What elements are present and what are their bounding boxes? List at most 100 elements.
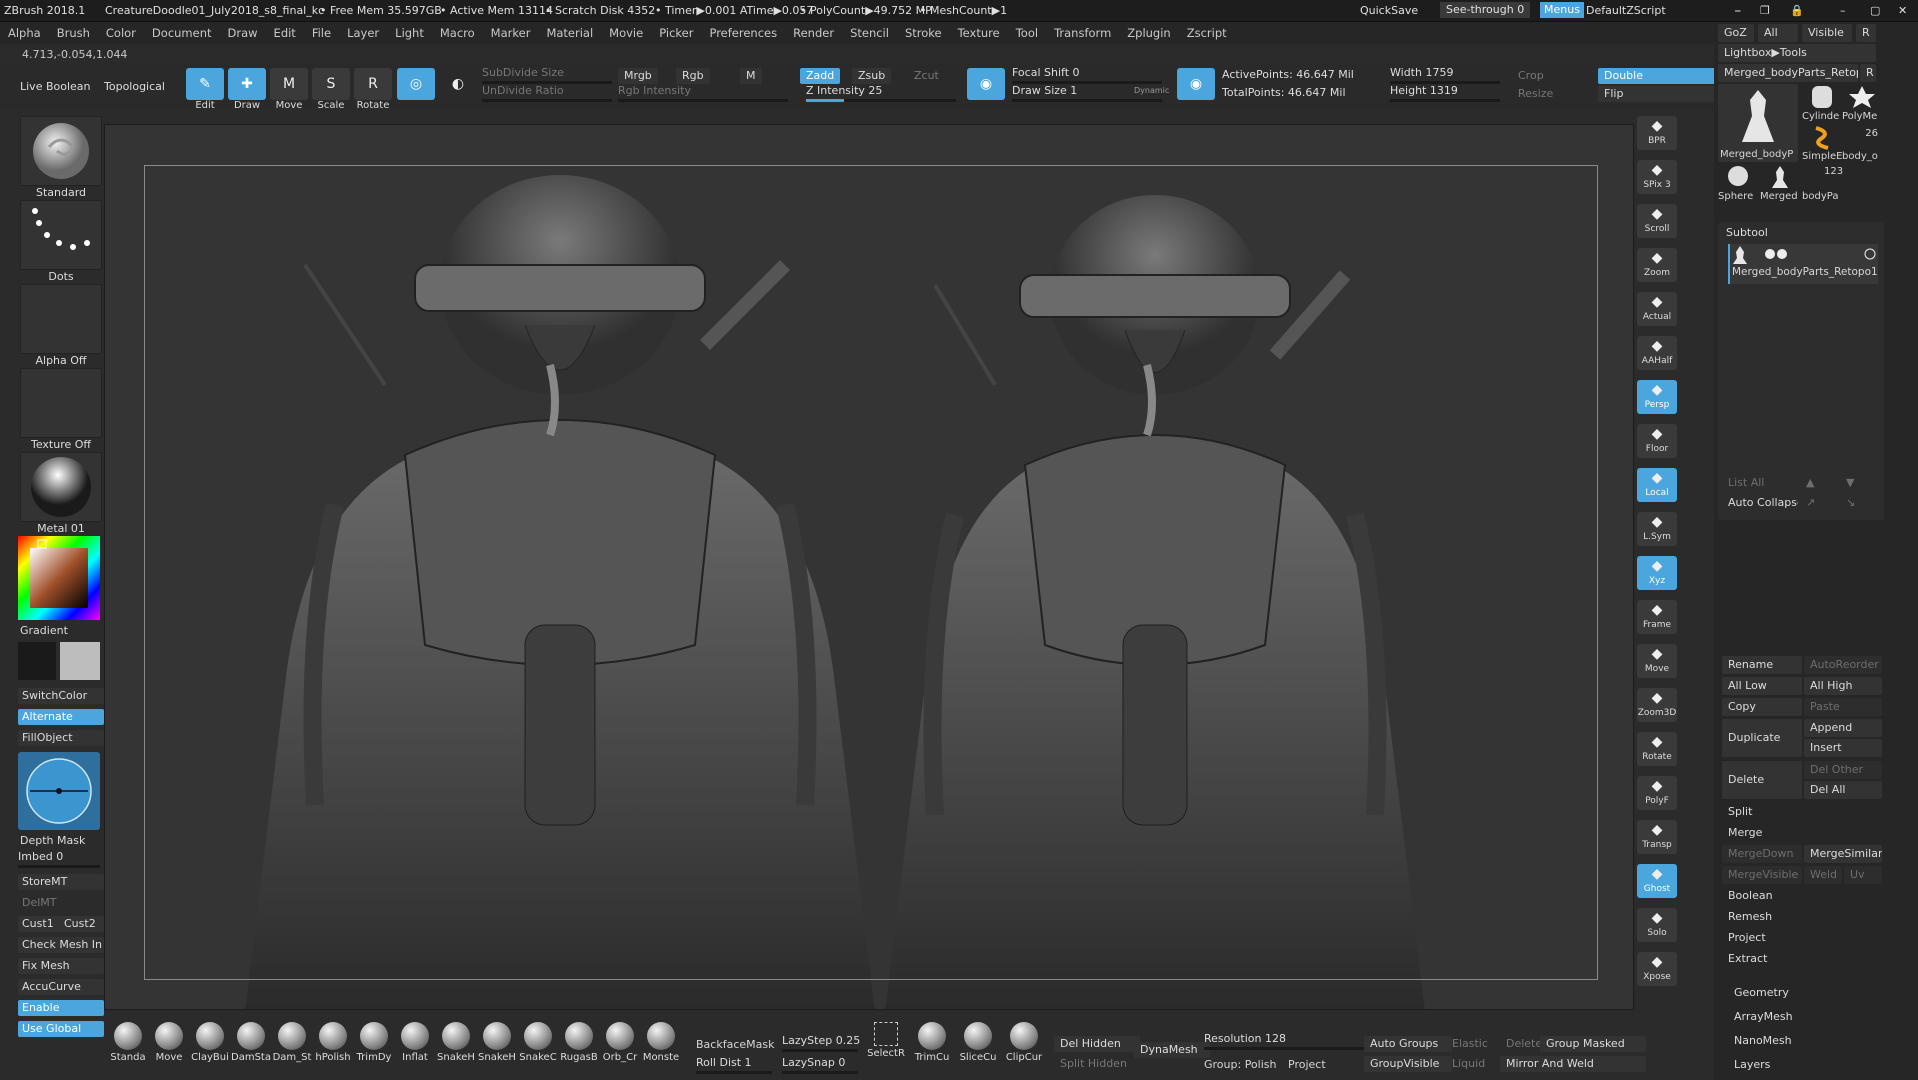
arraymesh-section[interactable]: ArrayMesh (1728, 1008, 1888, 1026)
nanomesh-section[interactable]: NanoMesh (1728, 1032, 1888, 1050)
switchcolor-button[interactable]: SwitchColor (18, 688, 104, 704)
cust2-button[interactable]: Cust2 (60, 916, 104, 932)
resize-button[interactable]: Resize (1512, 86, 1559, 102)
height-slider[interactable]: Height 1319 (1390, 84, 1500, 102)
menu-light[interactable]: Light (387, 22, 432, 44)
dynamic-brush-button[interactable]: ◉ (1176, 68, 1216, 100)
flip-button[interactable]: Flip (1598, 86, 1724, 102)
topological-button[interactable]: Topological (104, 80, 165, 93)
menus-toggle[interactable]: Menus (1540, 2, 1584, 18)
goz-all-button[interactable]: All (1758, 24, 1798, 42)
mergevisible-button[interactable]: MergeVisible (1722, 866, 1802, 884)
mirror-and-weld-button[interactable]: Mirror And Weld (1500, 1056, 1646, 1072)
brush-rugasb[interactable]: RugasB (557, 1022, 601, 1063)
backfacemask-toggle[interactable]: BackfaceMask (696, 1038, 774, 1051)
default-zscript-button[interactable]: DefaultZScript (1586, 4, 1666, 17)
material-picker[interactable]: Metal 01 (20, 452, 102, 535)
move-down-icon[interactable]: ▼ (1840, 474, 1878, 492)
menu-macro[interactable]: Macro (432, 22, 483, 44)
scroll-button[interactable]: ◆ Scroll (1637, 204, 1677, 238)
brush-orb-cr[interactable]: Orb_Cr (598, 1022, 642, 1063)
fillobject-button[interactable]: FillObject (18, 730, 104, 746)
color-picker[interactable] (18, 536, 100, 620)
menu-color[interactable]: Color (98, 22, 144, 44)
zadd-toggle[interactable]: Zadd (800, 68, 841, 84)
menu-marker[interactable]: Marker (483, 22, 539, 44)
current-tool-name[interactable]: Merged_bodyParts_Retopo (1718, 64, 1858, 82)
zsub-toggle[interactable]: Zsub (852, 68, 892, 84)
menu-zplugin[interactable]: Zplugin (1119, 22, 1178, 44)
storemt-button[interactable]: StoreMT (18, 874, 104, 890)
all-low-button[interactable]: All Low (1722, 677, 1802, 695)
menu-texture[interactable]: Texture (950, 22, 1008, 44)
crop-button[interactable]: Crop (1512, 68, 1550, 84)
weld-toggle[interactable]: Weld (1804, 866, 1842, 884)
brush-damsta[interactable]: DamSta (229, 1022, 273, 1063)
imbed-slider[interactable]: Imbed 0 (18, 850, 100, 868)
geometry-section[interactable]: Geometry (1728, 984, 1888, 1002)
append-button[interactable]: Append (1804, 719, 1882, 737)
xyz-button[interactable]: ◆ Xyz (1637, 556, 1677, 590)
auto-groups-button[interactable]: Auto Groups (1364, 1036, 1452, 1052)
menu-movie[interactable]: Movie (601, 22, 651, 44)
tool-thumb-bodyparts[interactable]: 123 bodyPa (1802, 164, 1878, 202)
width-slider[interactable]: Width 1759 (1390, 66, 1500, 84)
z-intensity-slider[interactable]: Z Intensity 25 (806, 84, 956, 102)
arrow-down-right-icon[interactable]: ↘ (1840, 494, 1878, 512)
groupvisible-button[interactable]: GroupVisible (1364, 1056, 1452, 1072)
move-mode-button[interactable]: M Move (268, 68, 310, 111)
autoreorder-button[interactable]: AutoReorder (1804, 656, 1882, 674)
menu-document[interactable]: Document (144, 22, 220, 44)
tool-thumb-polymesh[interactable]: PolyMe (1842, 84, 1882, 122)
solo-button[interactable]: ◆ Solo (1637, 908, 1677, 942)
remesh-section[interactable]: Remesh (1722, 908, 1882, 926)
window-close-icon[interactable]: ✕ (1898, 4, 1907, 17)
aahalf-button[interactable]: ◆ AAHalf (1637, 336, 1677, 370)
ghost-button[interactable]: ◆ Ghost (1637, 864, 1677, 898)
menu-zscript[interactable]: Zscript (1179, 22, 1235, 44)
menu-stroke[interactable]: Stroke (897, 22, 950, 44)
subtool-header[interactable]: Subtool (1726, 226, 1768, 239)
del-hidden-button[interactable]: Del Hidden (1054, 1036, 1140, 1052)
split-hidden-button[interactable]: Split Hidden (1054, 1056, 1140, 1072)
l-sym-button[interactable]: ◆ L.Sym (1637, 512, 1677, 546)
check-mesh-button[interactable]: Check Mesh In (18, 937, 104, 953)
accucurve-button[interactable]: AccuCurve (18, 979, 104, 995)
frame-button[interactable]: ◆ Frame (1637, 600, 1677, 634)
spix-3-button[interactable]: ◆ SPix 3 (1637, 160, 1677, 194)
persp-button[interactable]: ◆ Persp (1637, 380, 1677, 414)
actual-button[interactable]: ◆ Actual (1637, 292, 1677, 326)
brush-snakeh[interactable]: SnakeH (434, 1022, 478, 1063)
stroke-picker[interactable]: Dots (20, 200, 102, 283)
brush-trimdy[interactable]: TrimDy (352, 1022, 396, 1063)
cust1-button[interactable]: Cust1 (18, 916, 62, 932)
brush-snakeh[interactable]: SnakeH (475, 1022, 519, 1063)
layers-section[interactable]: Layers (1728, 1056, 1888, 1074)
local-button[interactable]: ◆ Local (1637, 468, 1677, 502)
enable-toggle[interactable]: Enable (18, 1000, 104, 1016)
quicksave-button[interactable]: QuickSave (1360, 4, 1418, 17)
transp-button[interactable]: ◆ Transp (1637, 820, 1677, 854)
window-maximize-icon[interactable]: ▢ (1870, 4, 1880, 17)
brush-inflat[interactable]: Inflat (393, 1022, 437, 1063)
tool-thumb-merged[interactable]: Merged_bodyP (1718, 84, 1798, 162)
m-toggle[interactable]: M (740, 68, 762, 84)
zoom-button[interactable]: ◆ Zoom (1637, 248, 1677, 282)
secondary-color-swatch[interactable] (18, 642, 56, 680)
project-toggle[interactable]: Project (1288, 1058, 1326, 1071)
draw-button[interactable]: ✚ Draw (226, 68, 268, 111)
brush-claybui[interactable]: ClayBui (188, 1022, 232, 1063)
menu-layer[interactable]: Layer (339, 22, 387, 44)
elastic-toggle[interactable]: Elastic (1446, 1036, 1494, 1052)
brush-picker[interactable]: Standard (20, 116, 102, 199)
brush-dam-st[interactable]: Dam_St (270, 1022, 314, 1063)
merge-section[interactable]: Merge (1722, 824, 1882, 842)
goz-r-button[interactable]: R (1856, 24, 1876, 42)
sculptris-button[interactable]: ◎ (396, 68, 436, 100)
lazystep-slider[interactable]: LazyStep 0.25 (782, 1034, 860, 1052)
list-all-button[interactable]: List All (1722, 474, 1798, 492)
xpose-button[interactable]: ◆ Xpose (1637, 952, 1677, 986)
copy-button[interactable]: Copy (1722, 698, 1802, 716)
dynamesh-button[interactable]: DynaMesh (1134, 1042, 1210, 1058)
subdivide-size-slider[interactable]: SubDivide Size (482, 66, 612, 84)
